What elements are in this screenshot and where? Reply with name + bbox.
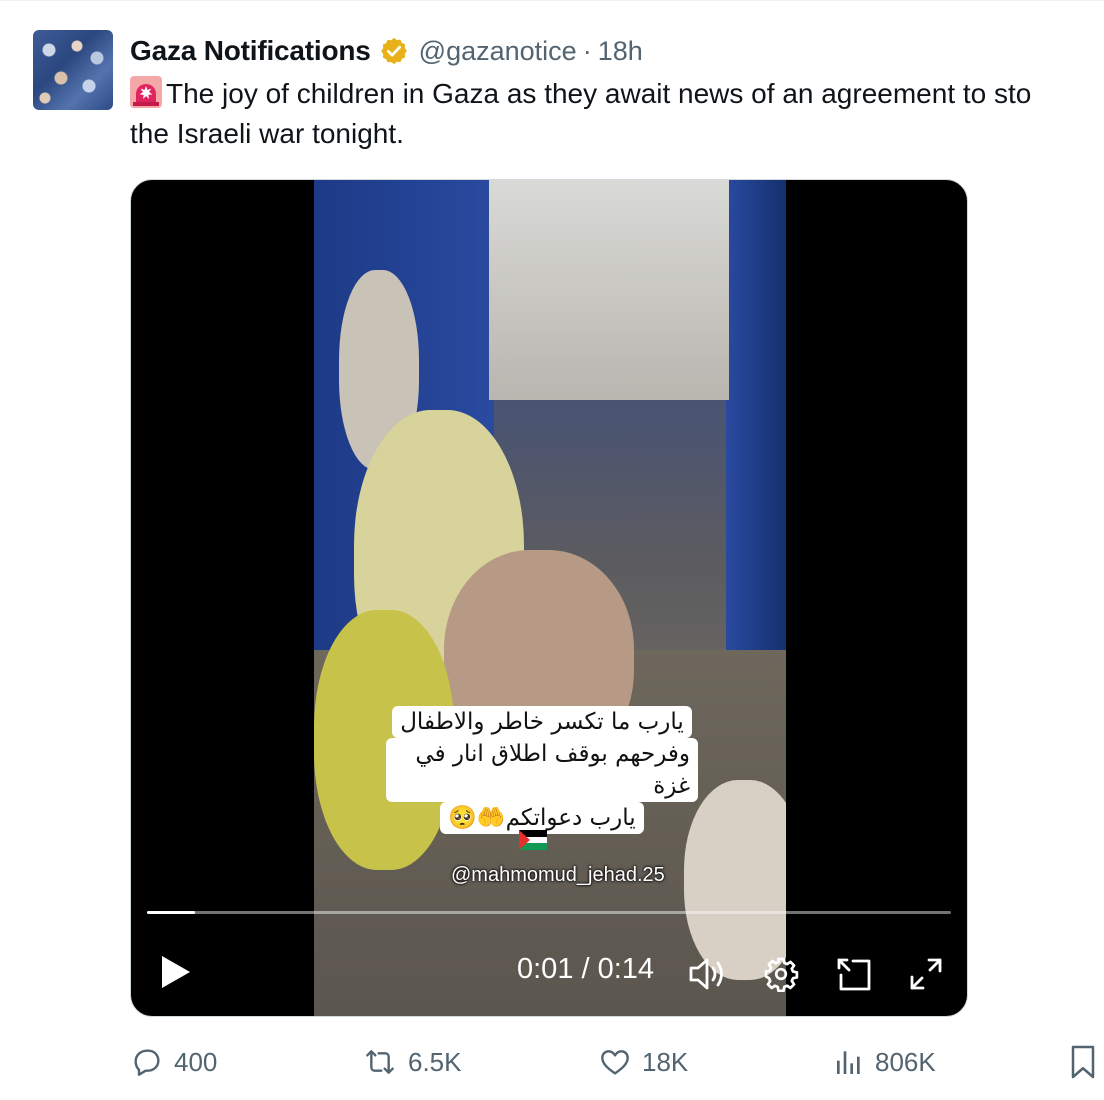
video-progress-fill (147, 911, 196, 914)
separator-dot: · (582, 35, 592, 66)
tweet-header: Gaza Notifications @gazanotice · 18h (130, 32, 643, 70)
video-watermark: @mahmomud_jehad.25 (451, 864, 665, 886)
video-caption: يارب ما تكسر خاطر والاطفال وفرحهم بوقف ا… (386, 706, 698, 834)
tweet-text-line-1: The joy of children in Gaza as they awai… (130, 74, 1104, 114)
views-count: 806K (875, 1046, 936, 1077)
repost-button[interactable]: 6.5K (362, 1046, 462, 1078)
handle[interactable]: @gazanotice (419, 36, 577, 67)
video-scene-child (684, 780, 786, 980)
heart-icon (601, 1050, 629, 1075)
repost-count: 6.5K (408, 1046, 462, 1077)
settings-icon[interactable] (761, 954, 801, 994)
reply-button[interactable]: 400 (130, 1046, 217, 1078)
tweet-actions: 400 6.5K 18K 806K (0, 1040, 1104, 1088)
video-progress-bar[interactable] (147, 911, 951, 914)
top-divider (0, 0, 1104, 1)
views-chart-icon (837, 1051, 860, 1074)
volume-icon[interactable] (687, 954, 727, 994)
reply-icon (134, 1049, 160, 1076)
video-scene-tent-right (726, 180, 786, 660)
video-caption-line-1: يارب ما تكسر خاطر والاطفال (392, 706, 692, 738)
fullscreen-icon[interactable] (906, 954, 946, 994)
bookmark-button[interactable] (1068, 1044, 1104, 1080)
video-caption-line-2: وفرحهم بوقف اطلاق انار في غزة (386, 738, 698, 802)
palestine-flag-icon (519, 830, 547, 850)
like-button[interactable]: 18K (598, 1046, 688, 1078)
timestamp[interactable]: 18h (598, 36, 643, 67)
play-icon[interactable] (155, 952, 195, 992)
avatar[interactable] (33, 30, 113, 110)
tweet-text-line-1-content: The joy of children in Gaza as they awai… (166, 78, 1032, 109)
video-frame[interactable] (314, 180, 786, 1016)
video-time-readout: 0:01 / 0:14 (517, 953, 655, 985)
views-button[interactable]: 806K (833, 1046, 936, 1078)
tweet-text: The joy of children in Gaza as they awai… (130, 74, 1104, 154)
display-name[interactable]: Gaza Notifications (130, 35, 371, 67)
reply-count: 400 (174, 1046, 218, 1077)
tweet-text-line-2: the Israeli war tonight. (130, 118, 404, 149)
repost-icon (366, 1050, 394, 1074)
bookmark-icon (1071, 1045, 1095, 1079)
video-player[interactable]: يارب ما تكسر خاطر والاطفال وفرحهم بوقف ا… (130, 179, 968, 1017)
picture-in-picture-icon[interactable] (834, 954, 874, 994)
rotating-light-icon (130, 76, 162, 108)
verified-badge-icon[interactable] (379, 36, 409, 66)
video-scene-wall (489, 180, 729, 400)
like-count: 18K (642, 1046, 689, 1077)
